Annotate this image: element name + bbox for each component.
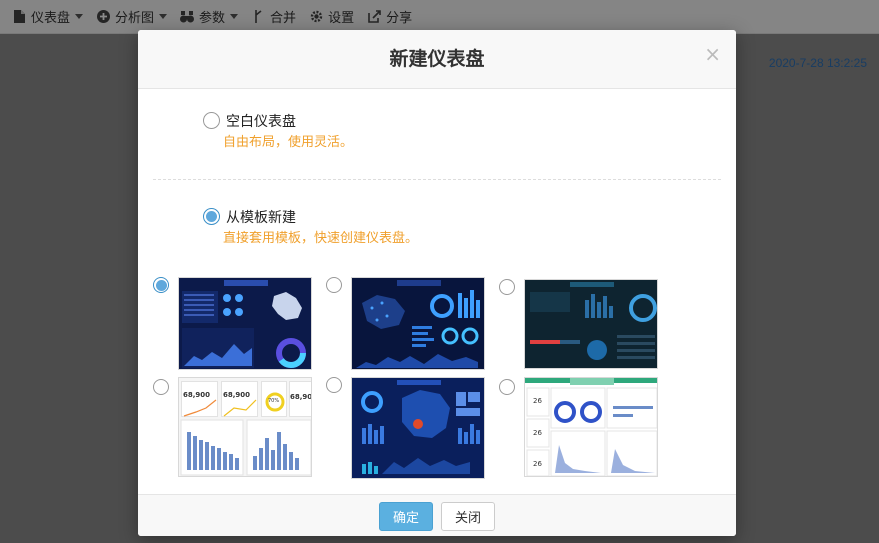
template-thumbnail-3[interactable] [524, 279, 658, 369]
option-template-label: 从模板新建 [226, 209, 296, 226]
template-radio-3[interactable] [499, 279, 515, 295]
row-value-3: 26 [533, 460, 542, 468]
new-dashboard-dialog: 新建仪表盘 × 空白仪表盘 自由布局，使用灵活。 从模板新建 直接套用模板，快速… [138, 30, 736, 536]
row-value-2: 26 [533, 429, 542, 437]
template-thumbnail-1[interactable] [178, 277, 312, 370]
template-thumbnail-2[interactable] [351, 277, 485, 370]
option-template-desc: 直接套用模板，快速创建仪表盘。 [223, 231, 419, 246]
dialog-title: 新建仪表盘 [389, 48, 485, 70]
template-radio-2[interactable] [326, 277, 342, 293]
option-from-template[interactable]: 从模板新建 [203, 206, 296, 227]
radio-template[interactable] [203, 208, 220, 225]
dialog-footer: 确定 关闭 [138, 494, 736, 536]
close-icon[interactable]: × [704, 42, 721, 66]
radio-blank[interactable] [203, 112, 220, 129]
option-blank-dashboard[interactable]: 空白仪表盘 [203, 110, 296, 131]
option-blank-label: 空白仪表盘 [226, 113, 296, 130]
template-thumbnail-6[interactable]: 26 26 26 [524, 377, 658, 477]
template-thumbnail-5[interactable] [351, 377, 485, 479]
template-thumbnail-4[interactable]: 68,900 68,900 70% 68,900 [178, 377, 312, 477]
divider [153, 179, 721, 180]
template-radio-4[interactable] [153, 379, 169, 395]
template-radio-1[interactable] [153, 277, 169, 293]
confirm-button[interactable]: 确定 [379, 502, 433, 531]
row-value-1: 26 [533, 397, 542, 405]
template-radio-5[interactable] [326, 377, 342, 393]
close-button[interactable]: 关闭 [441, 502, 495, 531]
dialog-header: 新建仪表盘 × [138, 30, 736, 89]
template-radio-6[interactable] [499, 379, 515, 395]
option-blank-desc: 自由布局，使用灵活。 [223, 135, 354, 150]
